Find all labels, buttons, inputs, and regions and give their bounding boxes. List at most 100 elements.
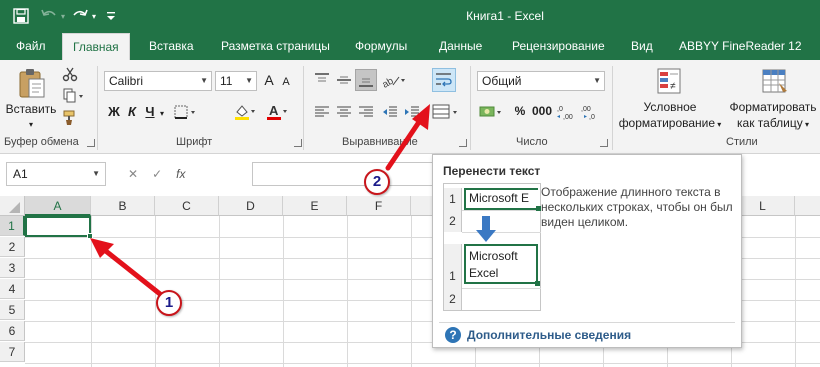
wrap-text-tooltip: Перенести текст 1 2 Microsoft E 1 2 Micr…: [432, 154, 742, 348]
row-header-7[interactable]: 7: [0, 342, 25, 362]
format-painter-icon[interactable]: [60, 108, 80, 128]
shrink-font-button[interactable]: A: [280, 75, 292, 90]
group-separator: [303, 66, 304, 150]
font-launcher-icon[interactable]: [294, 139, 302, 147]
paste-dropdown-icon[interactable]: ▾: [24, 117, 38, 132]
underline-button[interactable]: Ч: [142, 104, 158, 119]
ribbon: Вставить ▾ Буфер обмена Calibri ▼ 11 ▼ A…: [0, 60, 820, 154]
active-cell-a1[interactable]: [25, 216, 91, 237]
number-launcher-icon[interactable]: [600, 139, 608, 147]
format-as-table-label-2[interactable]: как таблицу ▾: [726, 116, 820, 132]
row-header-5[interactable]: 5: [0, 300, 25, 320]
arrow-down-icon: [476, 216, 496, 242]
select-all-corner[interactable]: [0, 196, 25, 216]
font-name-select[interactable]: Calibri ▼: [104, 71, 212, 91]
gridline: [155, 216, 156, 367]
merge-center-icon[interactable]: [430, 102, 464, 122]
align-center-icon[interactable]: [334, 102, 354, 122]
svg-text:,00: ,00: [581, 106, 591, 113]
row-header-6[interactable]: 6: [0, 321, 25, 341]
grow-font-button[interactable]: A: [262, 73, 276, 88]
copy-icon[interactable]: [60, 86, 88, 106]
example-cell-after: Microsoft Excel: [464, 244, 538, 284]
align-middle-icon[interactable]: [334, 70, 354, 90]
align-top-icon[interactable]: [312, 70, 332, 90]
paste-icon[interactable]: [14, 66, 50, 100]
wrap-text-icon[interactable]: [432, 68, 456, 92]
row-header-2[interactable]: 2: [0, 237, 25, 257]
fill-color-icon[interactable]: [232, 102, 260, 122]
font-size-select[interactable]: 11 ▼: [215, 71, 257, 91]
column-header-c[interactable]: C: [155, 196, 219, 216]
example-row-number: 2: [444, 288, 462, 310]
example-row-number: 2: [444, 210, 462, 232]
currency-format-icon[interactable]: [478, 102, 508, 122]
decrease-indent-icon[interactable]: [380, 102, 400, 122]
increase-indent-icon[interactable]: [402, 102, 422, 122]
font-name-value: Calibri: [109, 74, 144, 88]
example-row-number: 1: [444, 188, 462, 210]
ribbon-tabs: Файл Главная Вставка Разметка страницы Ф…: [0, 33, 820, 61]
formula-input[interactable]: [252, 162, 442, 186]
fill-handle[interactable]: [87, 233, 93, 239]
svg-text:≠: ≠: [670, 81, 676, 92]
format-as-table-label-1[interactable]: Форматировать: [726, 100, 820, 115]
column-header-b[interactable]: B: [91, 196, 155, 216]
row-header-3[interactable]: 3: [0, 258, 25, 278]
enter-icon[interactable]: ✓: [152, 167, 162, 181]
increase-decimal-icon[interactable]: ,0,00: [556, 102, 578, 122]
tab-abbyy[interactable]: ABBYY FineReader 12: [669, 33, 812, 60]
underline-dropdown-icon[interactable]: ▾: [157, 106, 167, 121]
tab-review[interactable]: Рецензирование: [502, 33, 615, 60]
align-right-icon[interactable]: [356, 102, 376, 122]
number-format-select[interactable]: Общий ▼: [477, 71, 605, 91]
conditional-formatting-label-2[interactable]: форматирование ▾: [614, 116, 726, 132]
svg-text:ab: ab: [381, 75, 396, 88]
more-info-text: Дополнительные сведения: [467, 328, 632, 342]
cut-icon[interactable]: [60, 64, 80, 84]
column-header-e[interactable]: E: [283, 196, 347, 216]
font-color-icon[interactable]: A: [264, 102, 292, 122]
tab-file[interactable]: Файл: [6, 33, 56, 60]
column-header-f[interactable]: F: [347, 196, 411, 216]
insert-function-icon[interactable]: fx: [176, 167, 185, 181]
orientation-icon[interactable]: ab: [380, 70, 410, 90]
tooltip-title: Перенести текст: [443, 164, 541, 178]
column-header-d[interactable]: D: [219, 196, 283, 216]
alignment-launcher-icon[interactable]: [459, 139, 467, 147]
percent-format-button[interactable]: %: [512, 104, 528, 119]
column-header-m[interactable]: [795, 196, 820, 216]
row-header-1[interactable]: 1: [0, 216, 25, 236]
borders-icon[interactable]: [172, 102, 200, 122]
gridline: [219, 216, 220, 367]
tab-page-layout[interactable]: Разметка страницы: [211, 33, 340, 60]
name-box[interactable]: A1 ▼: [6, 162, 106, 186]
format-as-table-icon[interactable]: [760, 66, 790, 96]
tab-insert[interactable]: Вставка: [139, 33, 204, 60]
row-header-4[interactable]: 4: [0, 279, 25, 299]
bold-button[interactable]: Ж: [106, 104, 122, 119]
align-bottom-icon[interactable]: [355, 69, 377, 91]
group-separator: [97, 66, 98, 150]
align-left-icon[interactable]: [312, 102, 332, 122]
cancel-icon[interactable]: ✕: [128, 167, 138, 181]
clipboard-launcher-icon[interactable]: [87, 139, 95, 147]
name-box-value: A1: [13, 167, 28, 181]
tab-view[interactable]: Вид: [621, 33, 663, 60]
format-as-table-label-text: как таблицу: [737, 116, 803, 130]
italic-button[interactable]: К: [124, 104, 140, 119]
example-fill-handle: [535, 281, 540, 286]
tab-formulas[interactable]: Формулы: [345, 33, 417, 60]
decrease-decimal-icon[interactable]: ,00,0: [580, 102, 602, 122]
paste-button[interactable]: Вставить: [4, 102, 58, 117]
column-header-a[interactable]: A: [25, 196, 91, 216]
more-info-link[interactable]: ? Дополнительные сведения: [445, 327, 631, 343]
conditional-formatting-icon[interactable]: ≠: [655, 66, 685, 96]
example-gridline: [462, 288, 541, 289]
font-size-value: 11: [220, 74, 233, 88]
tab-data[interactable]: Данные: [429, 33, 492, 60]
tab-home[interactable]: Главная: [62, 33, 130, 61]
comma-style-button[interactable]: 000: [532, 104, 552, 119]
conditional-formatting-label-1[interactable]: Условное: [618, 100, 722, 115]
svg-text:A: A: [269, 103, 279, 118]
